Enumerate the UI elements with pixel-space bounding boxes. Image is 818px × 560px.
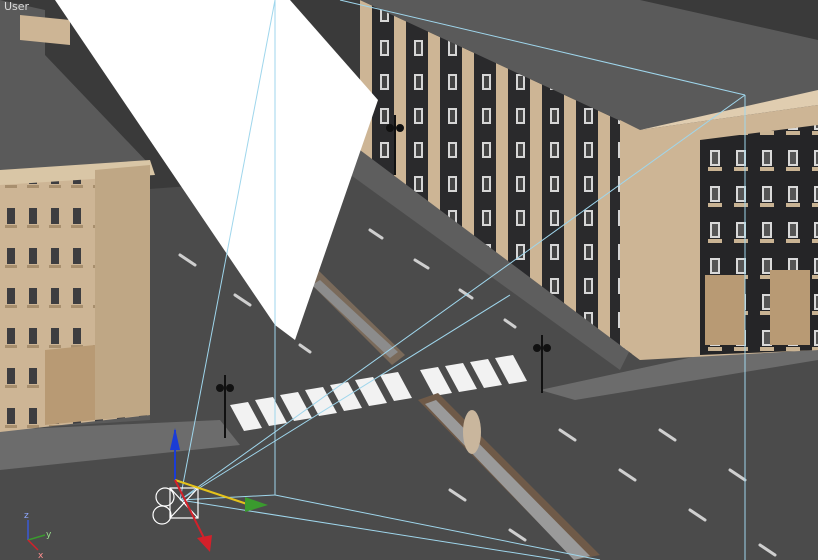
scene-canvas[interactable]: z y x bbox=[0, 0, 818, 560]
building-right-corner bbox=[640, 90, 818, 360]
axis-label-x: x bbox=[38, 551, 44, 560]
axis-label-z: z bbox=[24, 511, 29, 521]
viewport-label[interactable]: User bbox=[4, 0, 29, 13]
axis-label-y: y bbox=[46, 530, 52, 540]
perspective-viewport[interactable]: z y x User bbox=[0, 0, 818, 560]
